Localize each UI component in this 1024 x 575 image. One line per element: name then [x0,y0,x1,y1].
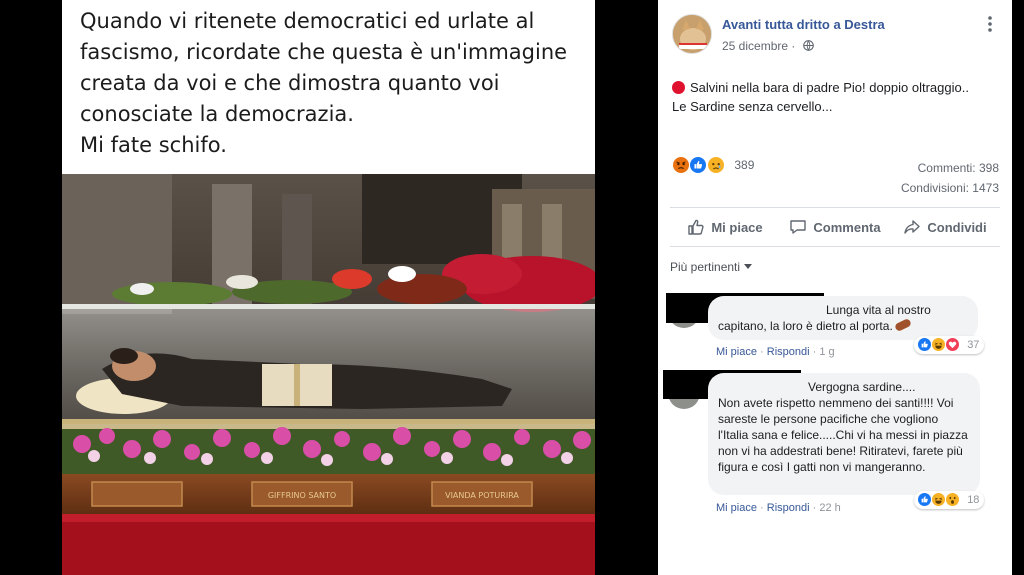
post-text-line2: Le Sardine senza cervello... [672,99,833,114]
comment-text-line1: Vergogna sardine.... [808,380,916,394]
post-date[interactable]: 25 dicembre · [722,39,814,53]
wow-icon [945,492,961,507]
reaction-summary[interactable]: 389 [672,156,754,176]
post-stats: Commenti: 398 Condivisioni: 1473 [901,158,999,198]
photo-viewer: Quando vi ritenete democratici ed urlate… [0,0,658,575]
comment-meta: Mi piace · Rispondi · 22 h [716,502,841,514]
page-name[interactable]: Avanti tutta dritto a Destra [722,17,885,32]
coffin-photo: GIFFRINO SANTO VIANDA POTURIRA [62,174,595,575]
post-panel: Avanti tutta dritto a Destra 25 dicembre… [658,0,1012,575]
haha-icon [931,337,947,352]
divider-top [670,207,1000,208]
meme-image[interactable]: Quando vi ritenete democratici ed urlate… [62,0,595,575]
share-label: Condividi [927,219,987,235]
thumbs-up-icon [688,219,704,235]
like-icon [917,492,932,507]
comment-reactions[interactable]: 18 [914,491,985,509]
angry-icon [672,156,690,174]
reaction-count[interactable]: 389 [734,158,754,172]
comment-item: Lunga vita al nostro capitano, la loro è… [666,293,1003,366]
comment-label: Commenta [813,219,881,235]
comment-filter-label: Più pertinenti [670,260,741,274]
plaque-left: GIFFRINO SANTO [268,491,336,500]
meme-caption: Quando vi ritenete democratici ed urlate… [80,9,568,157]
comment-time[interactable]: 1 g [819,346,834,358]
separator-dot: · [791,39,799,53]
comment-like-link[interactable]: Mi piace [716,346,757,358]
post-message: Salvini nella bara di padre Pio! doppio … [672,78,1002,116]
share-button[interactable]: Condividi [890,212,1000,242]
shares-count[interactable]: Condivisioni: 1473 [901,178,999,198]
comment-like-link[interactable]: Mi piace [716,502,757,514]
globe-icon [802,40,814,51]
caret-down-icon [744,264,753,269]
like-button[interactable]: Mi piace [670,212,780,242]
action-bar: Mi piace Commenta Condividi [670,212,1000,242]
share-arrow-icon [904,220,921,234]
post-date-text[interactable]: 25 dicembre [722,39,788,53]
divider-bottom [670,246,1000,247]
comment-reply-link[interactable]: Rispondi [767,346,810,358]
comment-time[interactable]: 22 h [819,502,840,514]
post-header: Avanti tutta dritto a Destra 25 dicembre… [672,14,1002,58]
sad-icon [706,156,725,174]
page-avatar[interactable] [672,14,712,54]
haha-icon [931,492,947,507]
comment-item: Vergogna sardine.... Non avete rispetto … [663,370,1003,523]
sausage-emoji-icon [893,317,912,333]
comment-text-line2: capitano, la loro è dietro al porta. [718,319,893,333]
comment-text-body: Non avete rispetto nemmeno dei santi!!!!… [718,396,968,474]
comment-reaction-count: 37 [967,338,980,351]
speech-bubble-icon [790,220,807,234]
comment-reply-link[interactable]: Rispondi [767,502,810,514]
comment-text-line1: Lunga vita al nostro [826,303,931,317]
like-label: Mi piace [711,219,763,235]
plaque-right: VIANDA POTURIRA [445,491,519,500]
comment-filter-dropdown[interactable]: Più pertinenti [670,260,753,274]
post-text-line1: Salvini nella bara di padre Pio! doppio … [690,80,969,95]
comment-meta: Mi piace · Rispondi · 1 g [716,346,835,358]
love-icon [945,337,961,352]
red-circle-icon [672,81,685,94]
comment-button[interactable]: Commenta [780,212,890,242]
like-icon [917,337,932,352]
comment-reaction-count: 18 [967,493,980,506]
comment-reactions[interactable]: 37 [914,336,985,354]
like-icon [689,156,708,174]
comments-count[interactable]: Commenti: 398 [901,158,999,178]
comment-bubble: Lunga vita al nostro capitano, la loro è… [708,296,978,340]
comment-bubble: Vergogna sardine.... Non avete rispetto … [708,373,980,495]
viewer-edge [1012,0,1024,575]
more-options-icon[interactable] [980,16,1000,36]
